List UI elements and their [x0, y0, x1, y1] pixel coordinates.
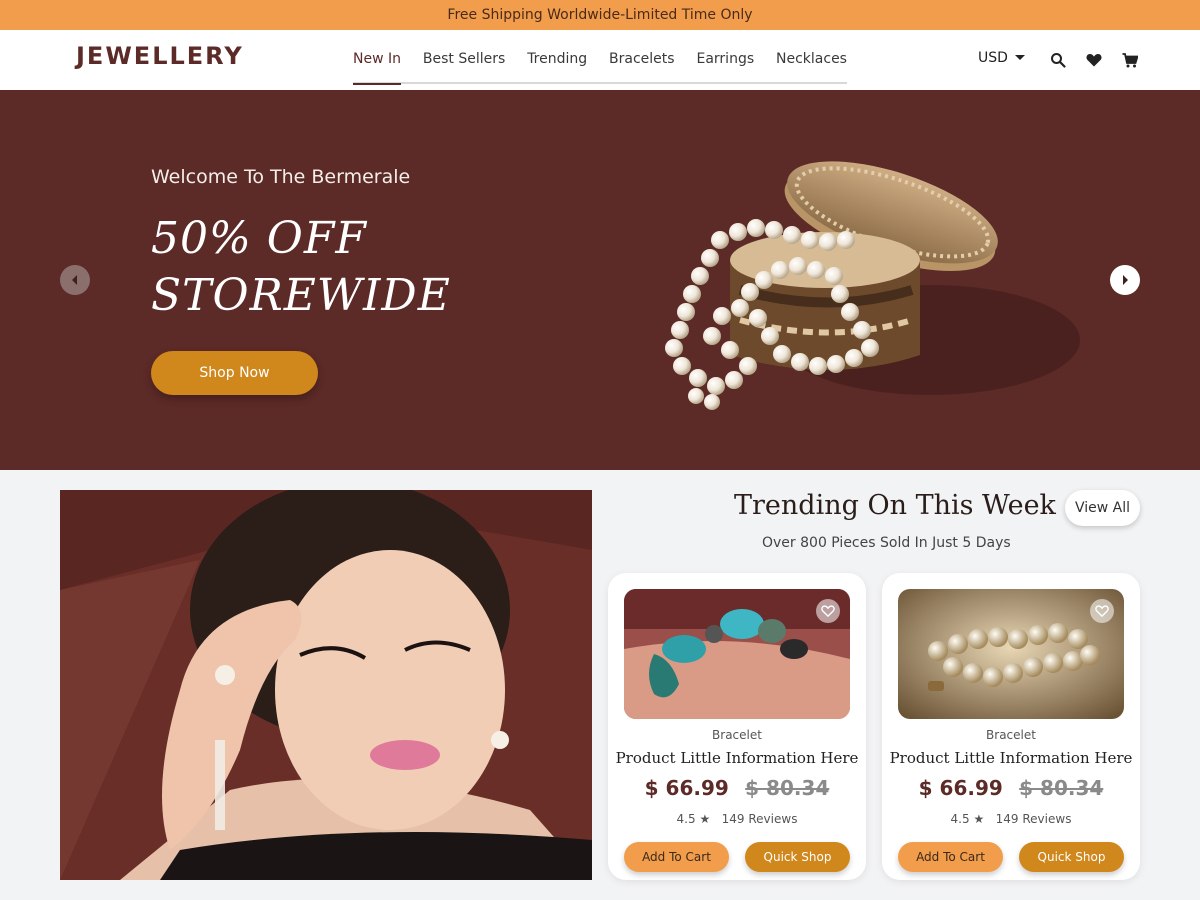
product-category: Bracelet: [712, 728, 762, 742]
product-rating: 4.5 ★ 149 Reviews: [882, 812, 1140, 826]
heart-icon[interactable]: [1084, 50, 1104, 70]
chevron-left-icon: [72, 275, 77, 285]
rating-value: 4.5 ★: [676, 812, 711, 826]
announcement-text: Free Shipping Worldwide-Limited Time Onl…: [447, 7, 753, 23]
quick-shop-button[interactable]: Quick Shop: [1019, 842, 1124, 872]
announcement-bar: Free Shipping Worldwide-Limited Time Onl…: [0, 0, 1200, 30]
heart-outline-icon: [1095, 605, 1109, 617]
add-to-cart-button[interactable]: Add To Cart: [898, 842, 1003, 872]
product-image-pearl-bracelet[interactable]: [898, 589, 1124, 719]
product-price: $ 66.99 $ 80.34: [882, 776, 1140, 800]
quick-shop-button[interactable]: Quick Shop: [745, 842, 850, 872]
currency-selector[interactable]: USD: [978, 50, 1026, 66]
rating-value: 4.5 ★: [950, 812, 985, 826]
carousel-next-button[interactable]: [1110, 265, 1140, 295]
price-original: $ 80.34: [745, 776, 830, 800]
price-current: $ 66.99: [644, 776, 729, 800]
main-nav: New In Best Sellers Trending Bracelets E…: [353, 35, 847, 85]
product-card[interactable]: Bracelet Product Little Information Here…: [608, 573, 866, 880]
review-count: 149 Reviews: [995, 812, 1072, 826]
view-all-button[interactable]: View All: [1065, 490, 1140, 526]
product-image-bracelet[interactable]: [624, 589, 850, 719]
nav-necklaces[interactable]: Necklaces: [776, 35, 847, 83]
product-card[interactable]: Bracelet Product Little Information Here…: [882, 573, 1140, 880]
product-rating: 4.5 ★ 149 Reviews: [608, 812, 866, 826]
hero-welcome-text: Welcome To The Bermerale: [151, 166, 411, 188]
trending-title: Trending On This Week: [734, 490, 1056, 521]
search-icon[interactable]: [1048, 50, 1068, 70]
nav-new-in[interactable]: New In: [353, 35, 401, 85]
nav-best-sellers[interactable]: Best Sellers: [423, 35, 505, 83]
cart-icon[interactable]: [1120, 50, 1140, 70]
hero-title-line1: 50% OFF: [151, 213, 367, 264]
nav-bracelets[interactable]: Bracelets: [609, 35, 675, 83]
chevron-right-icon: [1123, 275, 1128, 285]
favorite-button[interactable]: [1090, 599, 1114, 623]
currency-label: USD: [978, 50, 1008, 66]
product-name[interactable]: Product Little Information Here: [608, 749, 866, 767]
price-original: $ 80.34: [1019, 776, 1104, 800]
hero-banner: Welcome To The Bermerale 50% OFF STOREWI…: [0, 90, 1200, 470]
hero-title-line2: STOREWIDE: [151, 270, 451, 321]
review-count: 149 Reviews: [721, 812, 798, 826]
jewellery-box-image: [665, 161, 1080, 410]
nav-trending[interactable]: Trending: [527, 35, 587, 83]
brand-logo[interactable]: JEWELLERY: [76, 42, 244, 70]
trending-subtitle: Over 800 Pieces Sold In Just 5 Days: [762, 535, 1011, 551]
caret-down-icon: [1014, 55, 1025, 60]
add-to-cart-button[interactable]: Add To Cart: [624, 842, 729, 872]
heart-outline-icon: [821, 605, 835, 617]
site-header: JEWELLERY New In Best Sellers Trending B…: [0, 30, 1200, 90]
nav-earrings[interactable]: Earrings: [696, 35, 754, 83]
price-current: $ 66.99: [918, 776, 1003, 800]
product-name[interactable]: Product Little Information Here: [882, 749, 1140, 767]
product-category: Bracelet: [986, 728, 1036, 742]
shop-now-button[interactable]: Shop Now: [151, 351, 318, 395]
model-portrait-image: [60, 490, 592, 880]
carousel-prev-button[interactable]: [60, 265, 90, 295]
hero-title: 50% OFF STOREWIDE: [151, 210, 451, 324]
product-price: $ 66.99 $ 80.34: [608, 776, 866, 800]
favorite-button[interactable]: [816, 599, 840, 623]
